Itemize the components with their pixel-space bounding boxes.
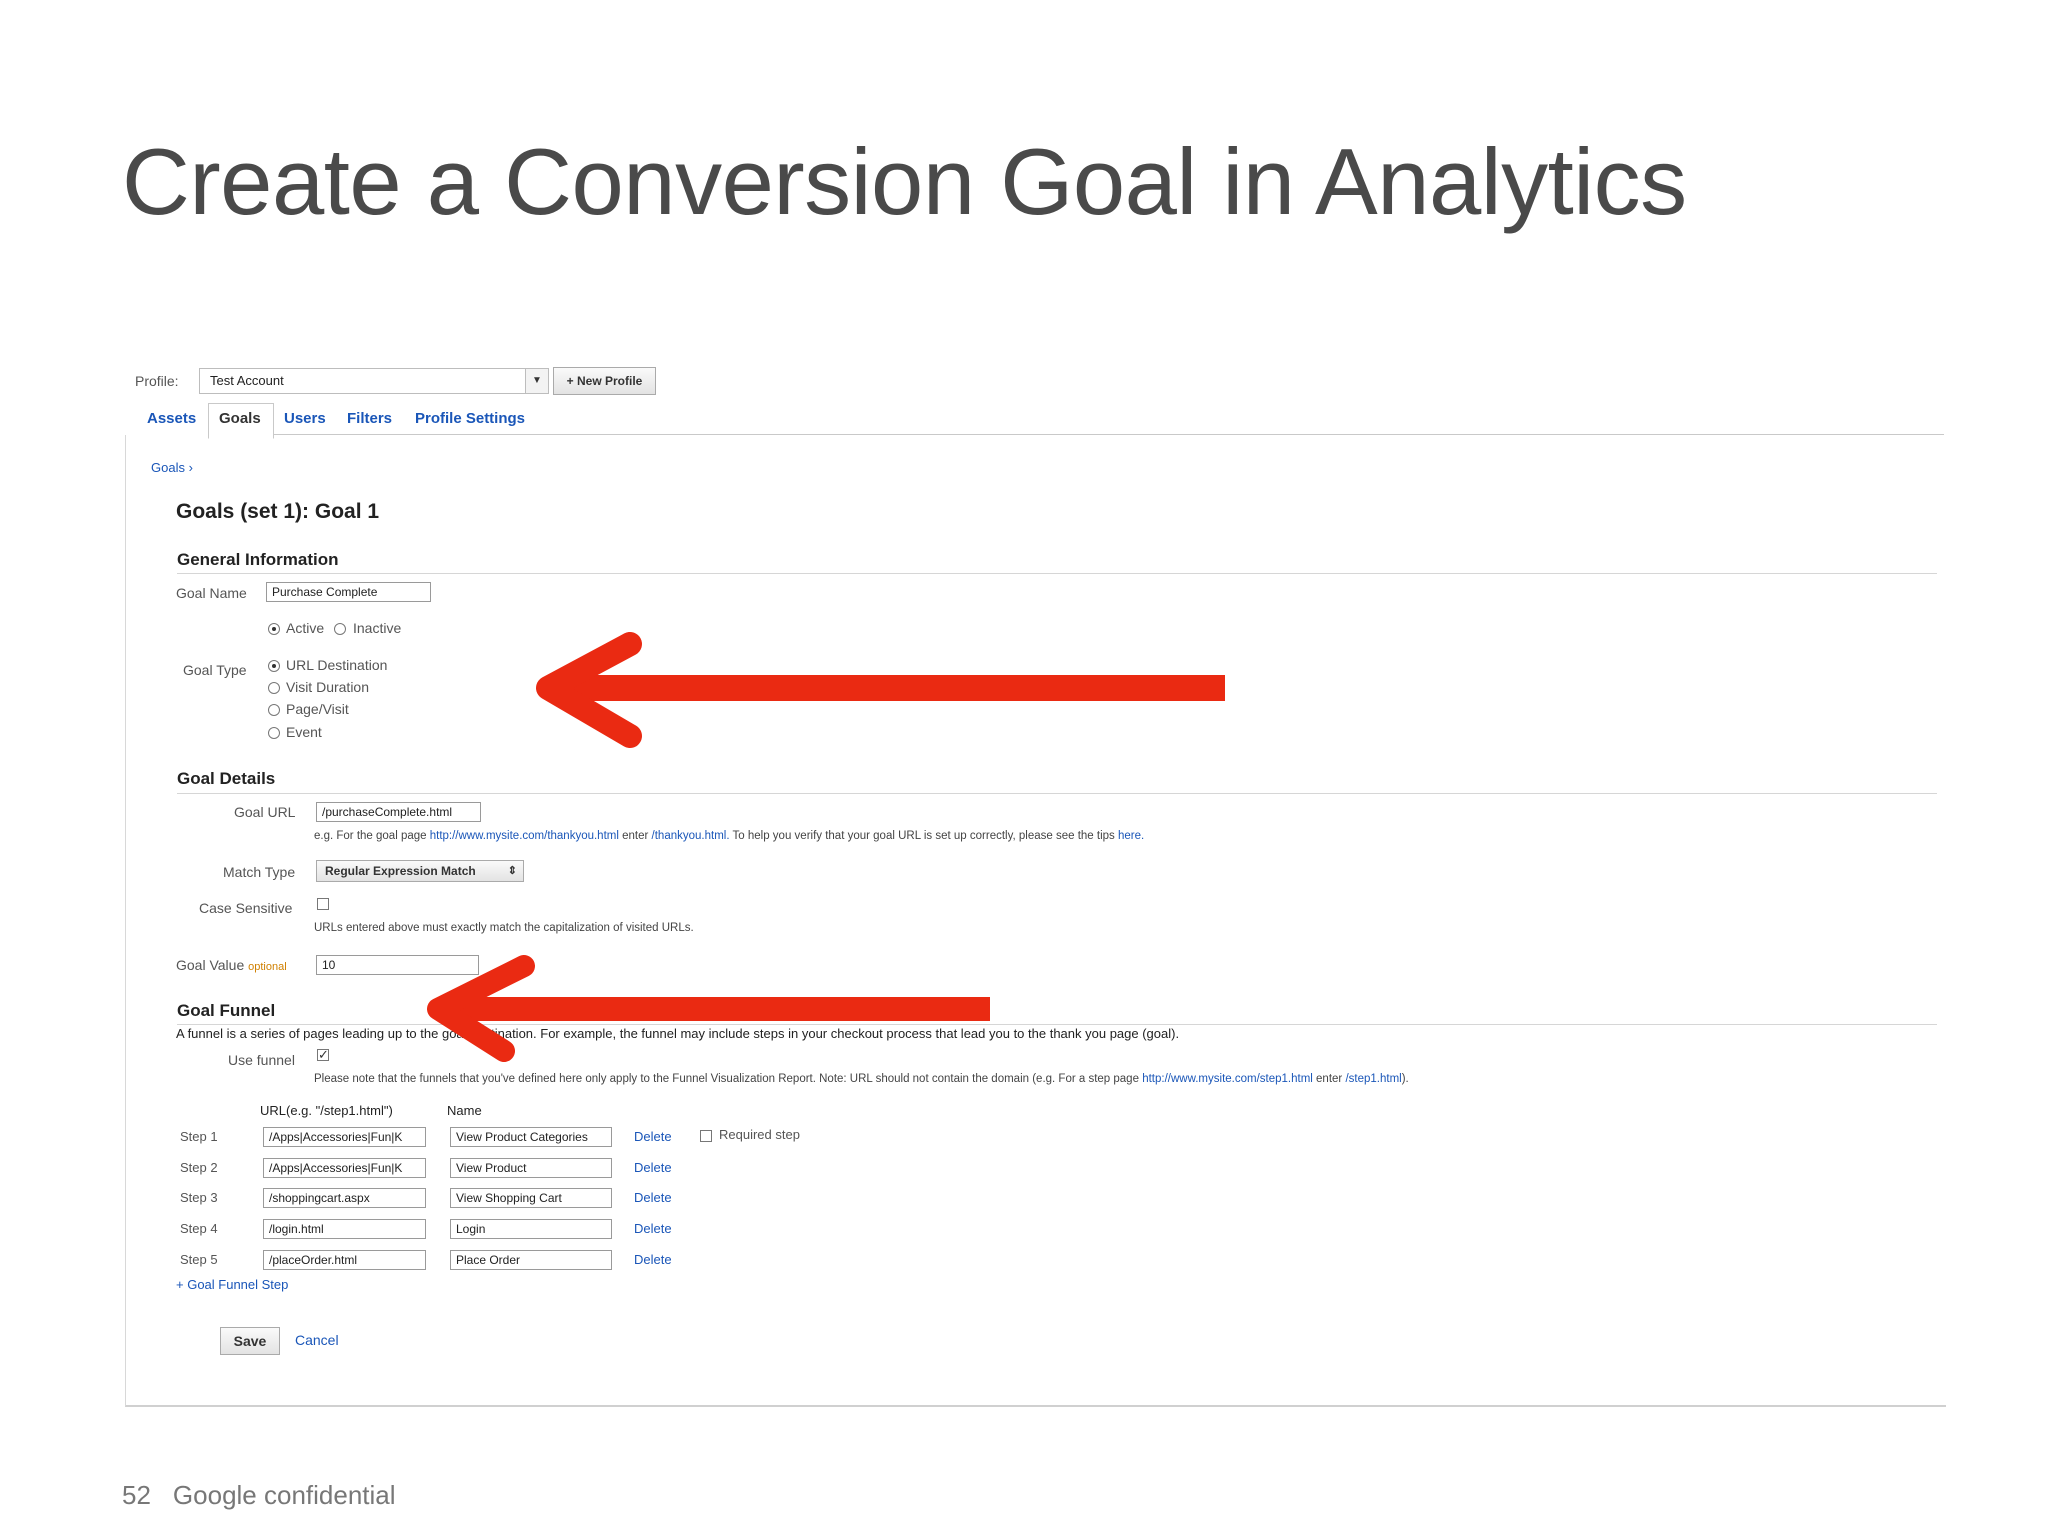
page-number: 52 (122, 1480, 151, 1510)
arrow-goal-type-icon (536, 632, 1225, 748)
annotation-arrows (427, 632, 1225, 1062)
arrow-goal-value-icon (427, 955, 990, 1062)
slide-footer: 52 Google confidential (122, 1480, 418, 1511)
footer-confidential: Google confidential (172, 1480, 396, 1510)
